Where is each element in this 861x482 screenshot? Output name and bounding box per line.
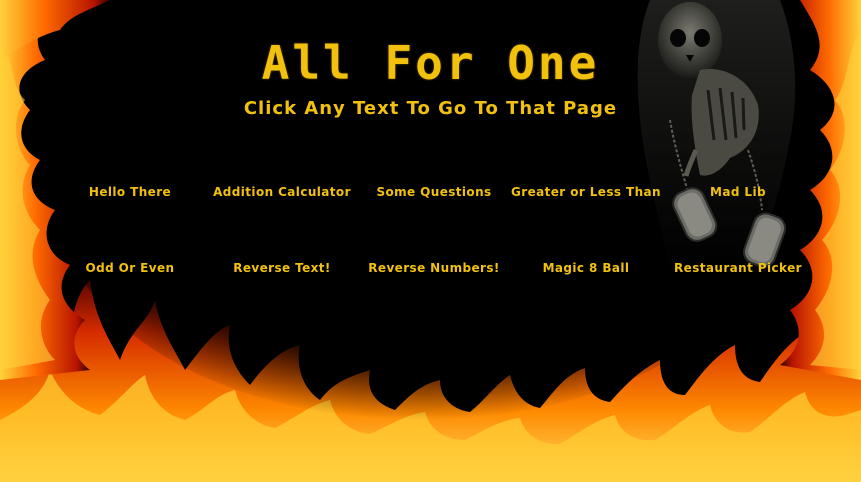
- page-title: All For One: [261, 36, 600, 90]
- link-some-questions[interactable]: Some Questions: [359, 184, 509, 260]
- link-greater-or-less-than[interactable]: Greater or Less Than: [511, 184, 661, 260]
- links-row: Hello There Addition Calculator Some Que…: [55, 184, 855, 260]
- link-restaurant-picker[interactable]: Restaurant Picker: [663, 260, 813, 336]
- link-reverse-text[interactable]: Reverse Text!: [207, 260, 357, 336]
- page-links-grid: Hello There Addition Calculator Some Que…: [55, 184, 855, 336]
- page: All For One Click Any Text To Go To That…: [0, 0, 861, 482]
- link-odd-or-even[interactable]: Odd Or Even: [55, 260, 205, 336]
- links-row: Odd Or Even Reverse Text! Reverse Number…: [55, 260, 855, 336]
- link-addition-calculator[interactable]: Addition Calculator: [207, 184, 357, 260]
- link-magic-8-ball[interactable]: Magic 8 Ball: [511, 260, 661, 336]
- link-hello-there[interactable]: Hello There: [55, 184, 205, 260]
- link-reverse-numbers[interactable]: Reverse Numbers!: [359, 260, 509, 336]
- link-mad-lib[interactable]: Mad Lib: [663, 184, 813, 260]
- page-subtitle: Click Any Text To Go To That Page: [243, 98, 618, 119]
